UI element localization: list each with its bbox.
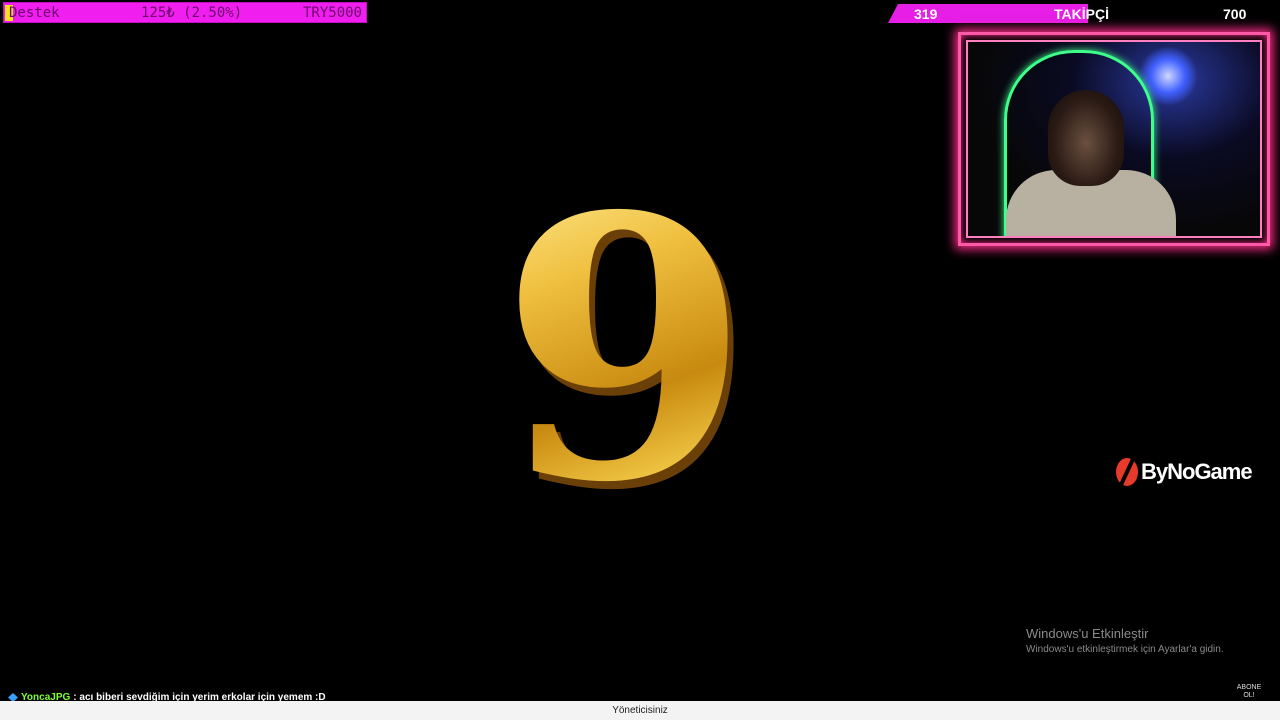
follower-goal: 700: [1223, 6, 1247, 22]
follower-label: TAKİPÇİ: [1054, 6, 1109, 22]
webcam-feed: [966, 40, 1262, 238]
bynogame-logo-text: ByNoGame: [1141, 459, 1253, 484]
donation-progress-text: 125₺ (2.50%): [141, 5, 243, 21]
moderator-status-footer: Yöneticisiniz: [0, 701, 1280, 720]
webcam-overlay: [958, 32, 1270, 246]
follower-goal-bar: 319 TAKİPÇİ 700: [888, 3, 1278, 24]
webcam-person-head: [1048, 90, 1124, 186]
windows-activation-watermark: Windows'u Etkinleştir Windows'u etkinleş…: [1026, 626, 1224, 655]
follower-count: 319: [914, 6, 938, 22]
donation-goal-text: TRY5000: [302, 5, 362, 21]
donation-label: Destek: [9, 5, 60, 21]
bynogame-logo-icon: [1116, 458, 1138, 486]
bynogame-logo: ByNoGame: [1116, 458, 1253, 486]
donation-goal-bar: Destek 125₺ (2.50%) TRY5000: [3, 2, 367, 23]
windows-activation-title: Windows'u Etkinleştir: [1026, 626, 1149, 641]
subscribe-button[interactable]: ABONE OL!: [1232, 684, 1266, 700]
windows-activation-subtitle: Windows'u etkinleştirmek için Ayarlar'a …: [1026, 644, 1224, 655]
countdown-number: 9: [470, 170, 780, 530]
